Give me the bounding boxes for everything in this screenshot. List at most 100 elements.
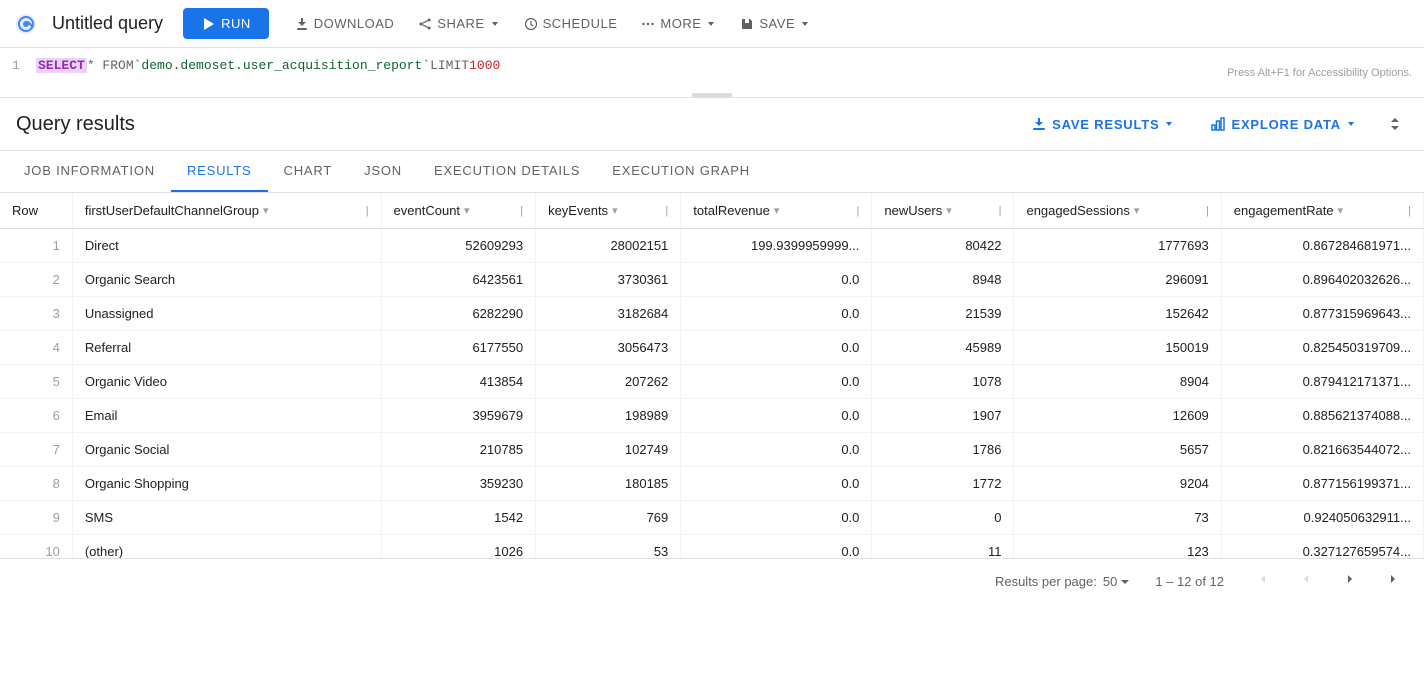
cell-engagedSessions: 8904 (1014, 365, 1221, 399)
sort-icon-engagementRate[interactable]: ▾ (1338, 204, 1344, 217)
results-header: Query results SAVE RESULTS EXPLORE DATA (0, 98, 1424, 151)
cell-engagedSessions: 12609 (1014, 399, 1221, 433)
app-header: Untitled query RUN DOWNLOAD SHARE SCHEDU… (0, 0, 1424, 48)
cell-keyEvents: 198989 (536, 399, 681, 433)
header-actions: DOWNLOAD SHARE SCHEDULE MORE SAVE (285, 10, 820, 37)
sort-icon-totalRevenue[interactable]: ▾ (774, 204, 780, 217)
cell-keyEvents: 28002151 (536, 229, 681, 263)
table-row: 8Organic Shopping3592301801850.017729204… (0, 467, 1424, 501)
cell-engagementRate: 0.821663544072... (1221, 433, 1423, 467)
sort-icon-engagedSessions[interactable]: ▾ (1134, 204, 1140, 217)
cell-eventCount: 6423561 (381, 263, 536, 297)
results-tabs: JOB INFORMATIONRESULTSCHARTJSONEXECUTION… (0, 151, 1424, 193)
col-header-totalRevenue[interactable]: totalRevenue▾| (681, 193, 872, 229)
schedule-button[interactable]: SCHEDULE (514, 10, 628, 37)
col-header-eventCount[interactable]: eventCount▾| (381, 193, 536, 229)
col-header-newUsers[interactable]: newUsers▾| (872, 193, 1014, 229)
results-table-container[interactable]: RowfirstUserDefaultChannelGroup▾|eventCo… (0, 193, 1424, 558)
tab-json[interactable]: JSON (348, 151, 418, 192)
code-from: * FROM (87, 58, 134, 73)
cell-firstUserDefaultChannelGroup: Organic Video (72, 365, 381, 399)
cell-engagementRate: 0.885621374088... (1221, 399, 1423, 433)
cell-firstUserDefaultChannelGroup: Organic Social (72, 433, 381, 467)
per-page-select[interactable]: 50 (1103, 574, 1131, 589)
sort-icon-keyEvents[interactable]: ▾ (612, 204, 618, 217)
col-header-row: Row (0, 193, 72, 229)
editor-resize-handle[interactable] (692, 93, 732, 97)
cell-engagementRate: 0.877156199371... (1221, 467, 1423, 501)
tab-execution-graph[interactable]: EXECUTION GRAPH (596, 151, 766, 192)
col-header-firstUserDefaultChannelGroup[interactable]: firstUserDefaultChannelGroup▾| (72, 193, 381, 229)
sort-icon-eventCount[interactable]: ▾ (464, 204, 470, 217)
col-header-engagedSessions[interactable]: engagedSessions▾| (1014, 193, 1221, 229)
cell-eventCount: 52609293 (381, 229, 536, 263)
col-header-engagementRate[interactable]: engagementRate▾| (1221, 193, 1423, 229)
prev-page-button[interactable] (1292, 567, 1320, 596)
results-title: Query results (16, 113, 1021, 136)
cell-engagedSessions: 152642 (1014, 297, 1221, 331)
cell-totalRevenue: 0.0 (681, 331, 872, 365)
collapse-button[interactable] (1382, 111, 1408, 137)
run-button[interactable]: RUN (183, 8, 269, 39)
tab-chart[interactable]: CHART (268, 151, 349, 192)
cell-keyEvents: 207262 (536, 365, 681, 399)
cell-row: 8 (0, 467, 72, 501)
cell-totalRevenue: 0.0 (681, 263, 872, 297)
cell-newUsers: 0 (872, 501, 1014, 535)
results-per-page-label: Results per page: (995, 574, 1097, 589)
filter-icon-totalRevenue[interactable]: | (857, 205, 860, 217)
save-button[interactable]: SAVE (730, 10, 820, 37)
code-limit: LIMIT (430, 58, 469, 73)
cell-newUsers: 8948 (872, 263, 1014, 297)
table-row: 10(other)1026530.0111230.327127659574... (0, 535, 1424, 559)
cell-newUsers: 45989 (872, 331, 1014, 365)
query-title: Untitled query (52, 13, 163, 34)
cell-totalRevenue: 0.0 (681, 365, 872, 399)
download-button[interactable]: DOWNLOAD (285, 10, 405, 37)
cell-newUsers: 1786 (872, 433, 1014, 467)
share-button[interactable]: SHARE (408, 10, 509, 37)
cell-engagementRate: 0.896402032626... (1221, 263, 1423, 297)
tab-execution-details[interactable]: EXECUTION DETAILS (418, 151, 596, 192)
cell-engagedSessions: 9204 (1014, 467, 1221, 501)
filter-icon-engagementRate[interactable]: | (1408, 205, 1411, 217)
filter-icon-eventCount[interactable]: | (520, 205, 523, 217)
cell-row: 3 (0, 297, 72, 331)
cell-newUsers: 1772 (872, 467, 1014, 501)
tab-job-info[interactable]: JOB INFORMATION (8, 151, 171, 192)
filter-icon-engagedSessions[interactable]: | (1206, 205, 1209, 217)
cell-row: 5 (0, 365, 72, 399)
explore-data-button[interactable]: EXPLORE DATA (1200, 110, 1366, 138)
table-row: 3Unassigned628229031826840.0215391526420… (0, 297, 1424, 331)
table-row: 9SMS15427690.00730.924050632911... (0, 501, 1424, 535)
table-row: 2Organic Search642356137303610.089482960… (0, 263, 1424, 297)
accessibility-hint: Press Alt+F1 for Accessibility Options. (1227, 67, 1412, 79)
col-header-keyEvents[interactable]: keyEvents▾| (536, 193, 681, 229)
filter-icon-newUsers[interactable]: | (999, 205, 1002, 217)
per-page-value: 50 (1103, 574, 1117, 589)
filter-icon-keyEvents[interactable]: | (665, 205, 668, 217)
cell-engagementRate: 0.867284681971... (1221, 229, 1423, 263)
tab-results[interactable]: RESULTS (171, 151, 268, 192)
next-page-button[interactable] (1336, 567, 1364, 596)
cell-newUsers: 11 (872, 535, 1014, 559)
cell-engagedSessions: 150019 (1014, 331, 1221, 365)
cell-engagementRate: 0.877315969643... (1221, 297, 1423, 331)
last-page-button[interactable] (1380, 567, 1408, 596)
cell-row: 6 (0, 399, 72, 433)
more-button[interactable]: MORE (631, 10, 726, 37)
code-line-1[interactable]: 1 SELECT * FROM `demo.demoset.user_acqui… (0, 56, 1424, 75)
cell-engagedSessions: 123 (1014, 535, 1221, 559)
sort-icon-firstUserDefaultChannelGroup[interactable]: ▾ (263, 204, 269, 217)
save-results-button[interactable]: SAVE RESULTS (1021, 110, 1184, 138)
results-actions: SAVE RESULTS EXPLORE DATA (1021, 110, 1408, 138)
keyword-select: SELECT (36, 58, 87, 73)
cell-engagedSessions: 73 (1014, 501, 1221, 535)
cell-keyEvents: 102749 (536, 433, 681, 467)
sort-icon-newUsers[interactable]: ▾ (946, 204, 952, 217)
filter-icon-firstUserDefaultChannelGroup[interactable]: | (366, 205, 369, 217)
cell-firstUserDefaultChannelGroup: Organic Search (72, 263, 381, 297)
cell-eventCount: 6282290 (381, 297, 536, 331)
results-table: RowfirstUserDefaultChannelGroup▾|eventCo… (0, 193, 1424, 558)
first-page-button[interactable] (1248, 567, 1276, 596)
